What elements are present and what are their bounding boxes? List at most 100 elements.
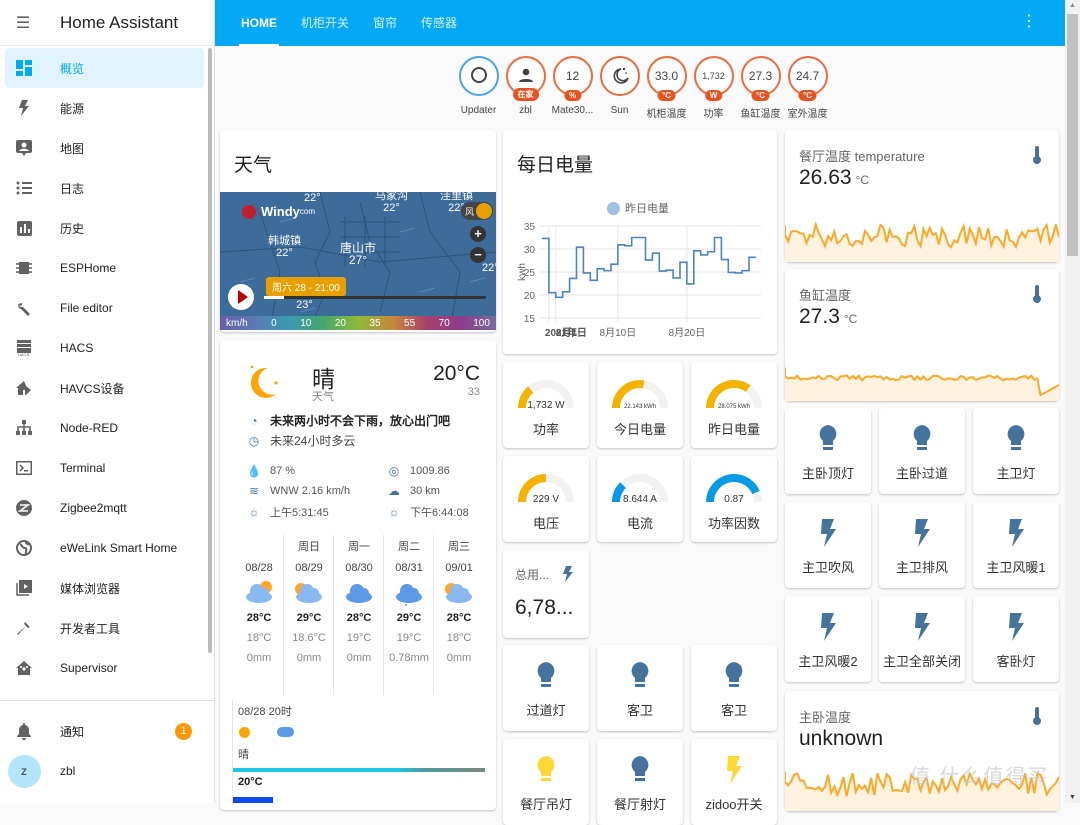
zoom-in-icon[interactable]: + — [470, 226, 486, 242]
entity-button[interactable]: 主卫风暖1 — [973, 502, 1059, 588]
state-badge[interactable]: Updater — [455, 56, 502, 120]
sidebar-item-hacs[interactable]: HACSHACS — [5, 328, 204, 368]
map-label: 唐山市 27° — [340, 242, 376, 266]
forecast-day: 周二08/3129°C19°C0.78mm — [384, 538, 434, 664]
lightbulb-icon — [629, 755, 651, 790]
windy-logo[interactable]: Windycom — [242, 204, 315, 219]
thermometer-icon — [1033, 707, 1041, 730]
sidebar-item-map-account[interactable]: 地图 — [5, 128, 204, 168]
entity-button[interactable]: 主卧顶灯 — [785, 408, 871, 494]
forecast-date: 09/01 — [434, 562, 484, 574]
zoom-out-icon[interactable]: − — [470, 247, 486, 263]
state-badge[interactable]: 24.7°C室外温度 — [784, 56, 831, 120]
page-scrollbar[interactable]: ▲ ▼ — [1065, 0, 1080, 803]
entity-button[interactable]: 主卫排风 — [879, 502, 965, 588]
entity-button[interactable]: 客卧灯 — [973, 596, 1059, 682]
button-label: 主卫风暖2 — [785, 651, 871, 670]
badge-row: Updater在家zbl12%Mate30...Sun33.0°C机柜温度1,7… — [455, 56, 831, 120]
entity-button[interactable]: 主卫灯 — [973, 408, 1059, 494]
map-label: 22° — [304, 192, 321, 204]
button-label: 主卫风暖1 — [973, 557, 1059, 576]
sidebar-item-lightning-bolt[interactable]: 能源 — [5, 88, 204, 128]
windy-map[interactable]: Windycom 22° 马家沟 22° 洼里镇 22° 韩城镇 22° 唐山市… — [220, 192, 496, 330]
sidebar-scrollbar[interactable] — [208, 48, 212, 653]
state-badge[interactable]: 27.3°C鱼缸温度 — [737, 56, 784, 120]
entity-button[interactable]: 主卧过道 — [879, 408, 965, 494]
state-badge[interactable]: 33.0°C机柜温度 — [643, 56, 690, 120]
sidebar-header: ☰ Home Assistant — [0, 0, 214, 46]
state-badge[interactable]: 在家zbl — [502, 56, 549, 120]
sidebar-item-earth[interactable]: eWeLink Smart Home — [5, 528, 204, 568]
sidebar-item-dashboard[interactable]: 概览 — [5, 48, 204, 88]
sidebar-item-play-box-multiple[interactable]: 媒体浏览器 — [5, 568, 204, 608]
gauge-card[interactable]: 0.87功率因数 — [691, 456, 777, 542]
badge-value: 1,732 — [702, 71, 725, 81]
state-badge[interactable]: Sun — [596, 56, 643, 120]
layer-toggle[interactable]: 风 — [461, 202, 493, 220]
sensor-card[interactable]: 鱼缸温度27.3°C — [785, 269, 1059, 401]
gauge-card[interactable]: 22.143 kWh今日电量 — [597, 362, 683, 448]
sidebar-item-home-assistant[interactable]: Supervisor — [5, 648, 204, 688]
entity-button[interactable]: 餐厅射灯 — [597, 739, 683, 825]
badge-value: 24.7 — [796, 69, 819, 83]
timeline-slider[interactable] — [264, 296, 486, 299]
tab-2[interactable]: 窗帘 — [361, 0, 409, 46]
sidebar-item-chart-box[interactable]: 历史 — [5, 208, 204, 248]
map-label: 22° — [482, 262, 496, 274]
sensor-sparkline — [785, 206, 1059, 262]
gauge-value: 0.87 — [691, 494, 777, 505]
entity-button[interactable]: 主卫风暖2 — [785, 596, 871, 682]
sidebar-item-sitemap[interactable]: Node-RED — [5, 408, 204, 448]
entity-button[interactable]: 过道灯 — [503, 645, 589, 731]
more-options-icon[interactable]: ⋮ — [1021, 14, 1037, 30]
gauge-card[interactable]: 28.075 kWh昨日电量 — [691, 362, 777, 448]
hourly-forecast[interactable]: 08/28 20时 晴 20°C — [232, 700, 487, 803]
sidebar-item-notifications[interactable]: 通知 1 — [5, 711, 210, 751]
sensor-name: 主卧温度 — [799, 707, 851, 726]
scroll-down-icon[interactable]: ▼ — [1069, 794, 1076, 801]
sidebar-item-user[interactable]: z zbl — [5, 751, 210, 791]
sidebar-item-zigbee[interactable]: Zigbee2mqtt — [5, 488, 204, 528]
forecast-precip: 0mm — [234, 652, 284, 664]
lightbulb-icon — [629, 661, 651, 696]
sidebar-item-console[interactable]: Terminal — [5, 448, 204, 488]
scale-label: 35 — [369, 318, 380, 329]
bell-icon — [5, 722, 43, 740]
gauge-card[interactable]: 229 V电压 — [503, 456, 589, 542]
entity-button[interactable]: 客卫 — [691, 645, 777, 731]
entity-button[interactable]: 主卫全部关闭 — [879, 596, 965, 682]
gauge-card[interactable]: 1,732 W功率 — [503, 362, 589, 448]
sensor-card[interactable]: 餐厅温度 temperature26.63°C — [785, 130, 1059, 262]
top-app-bar: HOME机柜开关窗帘传感器 ⋮ — [215, 0, 1065, 46]
sensor-card[interactable]: 主卧温度unknown — [785, 691, 1059, 811]
scale-label: 10 — [300, 318, 311, 329]
total-energy-card[interactable]: 总用... 6,78... — [503, 550, 589, 638]
state-badge[interactable]: 1,732W功率 — [690, 56, 737, 120]
sidebar-item-hammer[interactable]: 开发者工具 — [5, 608, 204, 648]
entity-button[interactable]: 客卫 — [597, 645, 683, 731]
entity-button[interactable]: 主卫吹风 — [785, 502, 871, 588]
sidebar-item-list[interactable]: 日志 — [5, 168, 204, 208]
user-avatar[interactable]: z — [8, 755, 41, 788]
scale-label: 70 — [439, 318, 450, 329]
sidebar-item-chip[interactable]: ESPHome — [5, 248, 204, 288]
sidebar-item-wrench[interactable]: File editor — [5, 288, 204, 328]
state-badge[interactable]: 12%Mate30... — [549, 56, 596, 120]
menu-collapse-icon[interactable]: ☰ — [0, 13, 46, 33]
gauge-card[interactable]: 8.644 A电流 — [597, 456, 683, 542]
home-edit-icon — [5, 380, 43, 396]
page-scrollbar-thumb[interactable] — [1067, 14, 1078, 256]
sidebar-item-home-edit[interactable]: HAVCS设备 — [5, 368, 204, 408]
tab-0[interactable]: HOME — [229, 0, 289, 46]
badge-name: 室外温度 — [788, 105, 828, 120]
chart-box-icon — [5, 221, 43, 236]
entity-button[interactable]: 餐厅吊灯 — [503, 739, 589, 825]
scale-label: 20 — [335, 318, 346, 329]
sidebar-item-label: ESPHome — [60, 261, 116, 275]
scroll-up-icon[interactable]: ▲ — [1069, 2, 1076, 9]
play-button[interactable] — [228, 284, 254, 310]
tab-1[interactable]: 机柜开关 — [289, 0, 361, 46]
sidebar-item-label: HACS — [60, 341, 93, 355]
entity-button[interactable]: zidoo开关 — [691, 739, 777, 825]
tab-3[interactable]: 传感器 — [409, 0, 469, 46]
